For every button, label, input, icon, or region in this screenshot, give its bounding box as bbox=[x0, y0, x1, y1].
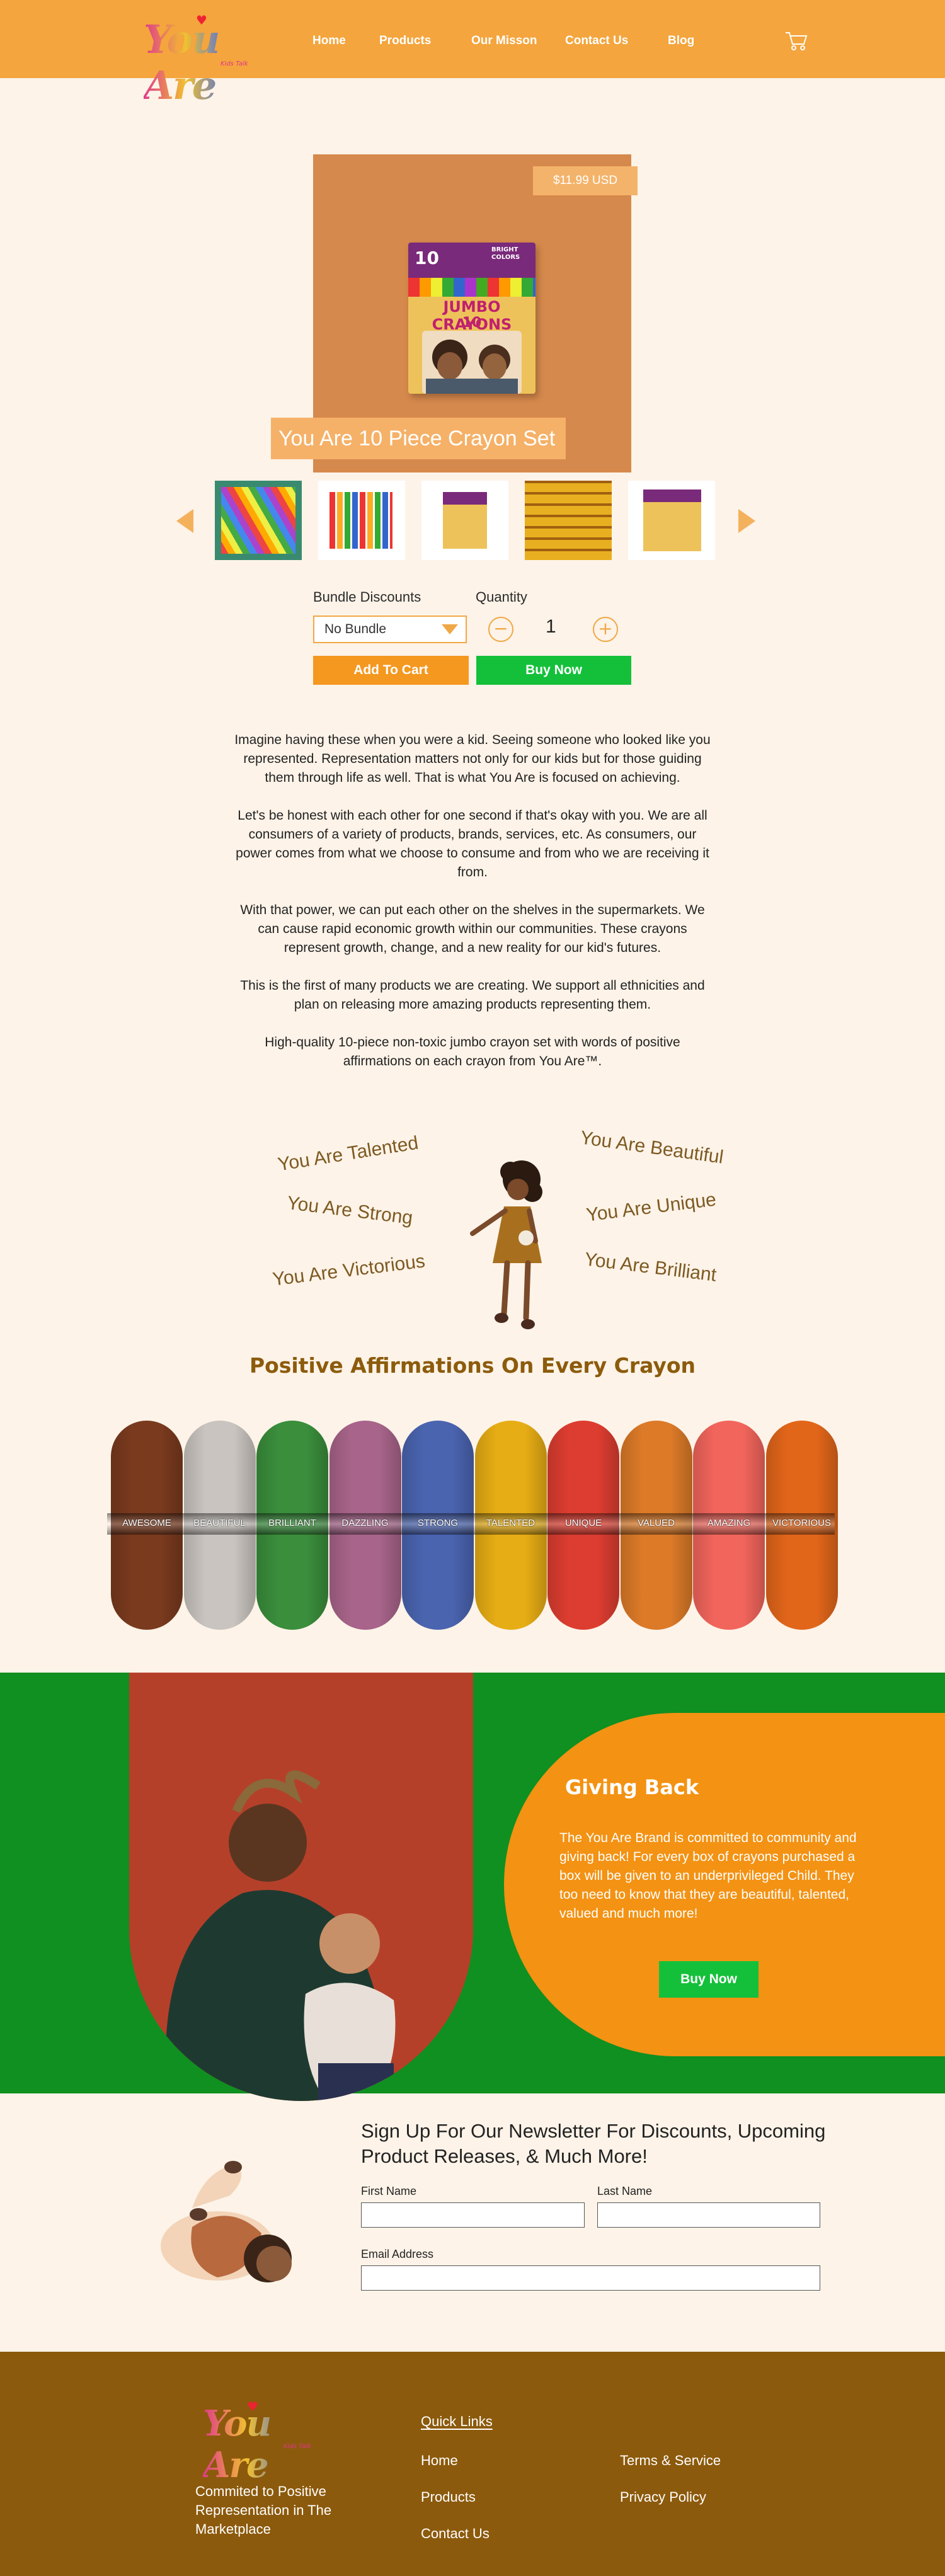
crayon-label: Talented bbox=[486, 1518, 536, 1528]
baby-illustration bbox=[161, 2161, 292, 2282]
box-kids-photo bbox=[422, 331, 522, 394]
footer-logo-text: You Are bbox=[203, 2403, 335, 2486]
quantity-value[interactable]: 1 bbox=[546, 616, 556, 638]
crayon-label: Awesome bbox=[122, 1518, 171, 1528]
thumbnail-2[interactable] bbox=[318, 481, 405, 560]
crayons-image bbox=[221, 487, 295, 554]
footer-link-home[interactable]: Home bbox=[421, 2453, 458, 2469]
bundle-select[interactable]: No Bundle bbox=[313, 615, 467, 643]
description-paragraph: High-quality 10-piece non-toxic jumbo cr… bbox=[265, 1035, 680, 1068]
nav-contact-us[interactable]: Contact Us bbox=[565, 34, 628, 48]
crayon-label: Dazzling bbox=[341, 1518, 389, 1528]
footer-logo-tagline: Kids Talk bbox=[284, 2443, 311, 2450]
affirmation-brilliant: You Are Brilliant bbox=[583, 1249, 718, 1286]
quantity-label: Quantity bbox=[476, 589, 527, 605]
product-title: You Are 10 Piece Crayon Set bbox=[271, 418, 566, 459]
site-header: ♥ You Are Kids Talk Home Products Our Mi… bbox=[0, 0, 945, 108]
box-title-number: 10 bbox=[462, 315, 482, 331]
footer-logo[interactable]: ♥ You Are Kids Talk bbox=[203, 2399, 335, 2486]
thumbnail-5[interactable] bbox=[628, 481, 715, 560]
footer-link-privacy[interactable]: Privacy Policy bbox=[620, 2489, 706, 2505]
crayons-image bbox=[329, 492, 392, 549]
crayons-image bbox=[525, 481, 612, 560]
description-paragraph: Imagine having these when you were a kid… bbox=[234, 733, 711, 785]
nav-products[interactable]: Products bbox=[379, 34, 431, 48]
buy-now-button[interactable]: Buy Now bbox=[476, 656, 631, 685]
description-paragraph: Let's be honest with each other for one … bbox=[236, 808, 709, 879]
nav-home[interactable]: Home bbox=[312, 34, 346, 48]
crayon-label: Strong bbox=[417, 1518, 459, 1528]
quick-links-heading: Quick Links bbox=[421, 2413, 493, 2429]
product-description: Imagine having these when you were a kid… bbox=[233, 731, 712, 1090]
crayon-label: Valued bbox=[638, 1518, 675, 1528]
footer-tagline: Commited to Positive Representation in T… bbox=[195, 2483, 332, 2537]
cart-icon[interactable] bbox=[784, 30, 808, 52]
box-image bbox=[443, 492, 487, 549]
quantity-increase-button[interactable]: + bbox=[593, 617, 618, 642]
add-to-cart-button[interactable]: Add To Cart bbox=[313, 656, 469, 685]
footer-link-contact-us[interactable]: Contact Us bbox=[421, 2526, 490, 2542]
father-baby-photo bbox=[129, 1673, 473, 2101]
thumbnail-3[interactable] bbox=[421, 481, 508, 560]
last-name-label: Last Name bbox=[597, 2185, 653, 2197]
first-name-field[interactable] bbox=[361, 2202, 585, 2228]
thumbnail-4[interactable] bbox=[525, 481, 612, 560]
thumbnail-1[interactable] bbox=[215, 481, 302, 560]
chevron-down-icon bbox=[442, 624, 458, 634]
footer-link-products[interactable]: Products bbox=[421, 2489, 476, 2505]
crayon-label: Amazing bbox=[707, 1518, 751, 1528]
carousel-next-icon[interactable] bbox=[738, 509, 755, 533]
bundle-label: Bundle Discounts bbox=[313, 589, 421, 605]
giving-back-title: Giving Back bbox=[565, 1775, 699, 1799]
box-colors-label: BRIGHT COLORS bbox=[491, 246, 520, 261]
photo-illustration bbox=[129, 1673, 473, 2101]
last-name-field[interactable] bbox=[597, 2202, 820, 2228]
brand-logo[interactable]: ♥ You Are Kids Talk bbox=[144, 13, 270, 108]
price-badge: $11.99 USD bbox=[533, 166, 638, 195]
kids-clothes bbox=[426, 379, 518, 394]
crayon-box-image: 10 BRIGHT COLORS JUMBO CRAYONS 10 bbox=[408, 243, 536, 394]
affirmation-unique: You Are Unique bbox=[585, 1189, 718, 1226]
email-label: Email Address bbox=[361, 2248, 434, 2260]
footer-link-terms[interactable]: Terms & Service bbox=[620, 2453, 721, 2469]
box-image bbox=[643, 489, 701, 551]
crayon-label: Brilliant bbox=[268, 1518, 316, 1528]
affirmations-title: Positive Affirmations On Every Crayon bbox=[249, 1353, 696, 1378]
kid-face bbox=[483, 353, 507, 380]
quantity-decrease-button[interactable]: − bbox=[488, 617, 513, 642]
giving-buy-now-button[interactable]: Buy Now bbox=[659, 1961, 759, 1998]
affirmation-talented: You Are Talented bbox=[276, 1132, 420, 1176]
affirmation-strong: You Are Strong bbox=[285, 1192, 415, 1229]
affirmation-victorious: You Are Victorious bbox=[271, 1251, 427, 1290]
box-crayon-tips bbox=[408, 278, 536, 297]
box-count: 10 bbox=[415, 248, 439, 268]
girl-illustration bbox=[470, 1160, 542, 1329]
site-footer bbox=[0, 2352, 945, 2576]
newsletter-title: Sign Up For Our Newsletter For Discounts… bbox=[361, 2120, 826, 2167]
nav-our-mission[interactable]: Our Misson bbox=[471, 34, 537, 48]
brand-logo-text: You Are bbox=[144, 16, 270, 108]
carousel-prev-icon[interactable] bbox=[176, 509, 193, 533]
kid-face bbox=[437, 352, 462, 380]
email-field[interactable] bbox=[361, 2265, 820, 2291]
affirmation-beautiful: You Are Beautiful bbox=[578, 1127, 725, 1168]
crayon-label: Unique bbox=[564, 1518, 602, 1528]
giving-back-text: The You Are Brand is committed to commun… bbox=[559, 1831, 857, 1921]
description-paragraph: With that power, we can put each other o… bbox=[240, 903, 705, 955]
brand-tagline: Kids Talk bbox=[220, 60, 248, 67]
nav-blog[interactable]: Blog bbox=[668, 34, 694, 48]
crayon-label: Beautiful bbox=[193, 1518, 246, 1528]
crayon-label: Victorious bbox=[772, 1518, 832, 1528]
description-paragraph: This is the first of many products we ar… bbox=[240, 978, 705, 1012]
bundle-select-value: No Bundle bbox=[324, 622, 387, 636]
first-name-label: First Name bbox=[361, 2185, 417, 2197]
